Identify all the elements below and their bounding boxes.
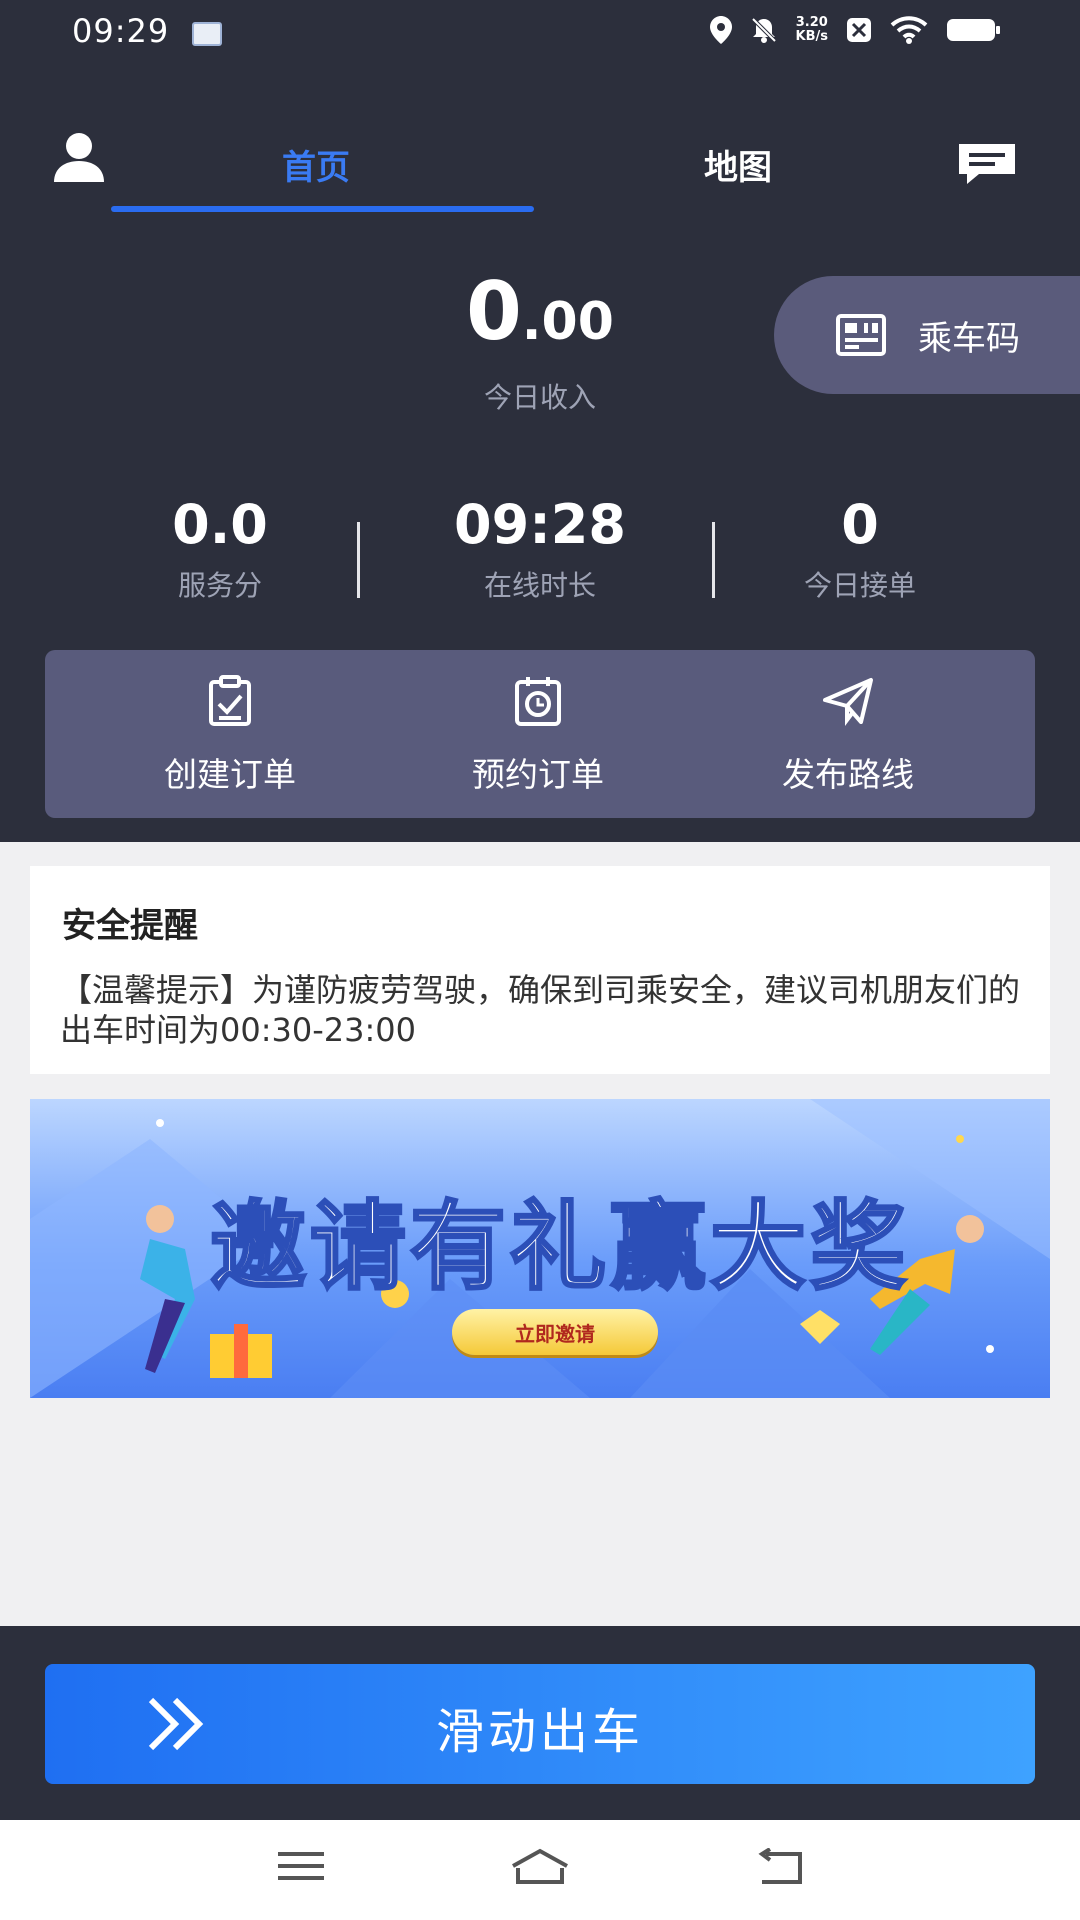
safety-reminder-card: 安全提醒 【温馨提示】为谨防疲劳驾驶，确保到司乘安全，建议司机朋友们的出车时间为…: [30, 866, 1050, 1074]
banner-title: 邀请有礼赢大奖: [209, 1190, 910, 1305]
location-icon: [709, 16, 732, 44]
top-nav: 首页 地图: [0, 70, 1080, 212]
stats-row: 0.0 服务分 09:28 在线时长 0 今日接单: [0, 490, 1080, 620]
ride-code-button[interactable]: 乘车码: [774, 276, 1080, 394]
status-bar: 09:29 3.20 KB/s: [0, 0, 1080, 70]
net-speed: 3.20 KB/s: [795, 15, 828, 44]
earnings-panel: 0.00 今日收入 乘车码 0.0 服务分 09:28 在线时长 0 今日接单 …: [0, 212, 1080, 842]
stat-online-time: 09:28 在线时长: [454, 493, 626, 602]
tab-home[interactable]: 首页: [282, 140, 350, 189]
divider: [357, 522, 360, 598]
ride-code-label: 乘车码: [918, 318, 1020, 359]
reserved-order-button[interactable]: 预约订单: [428, 674, 648, 796]
clipboard-check-icon: [209, 675, 251, 726]
slide-label: 滑动出车: [435, 1704, 644, 1760]
home-icon[interactable]: [510, 1848, 570, 1892]
stat-today-orders: 0 今日接单: [803, 493, 916, 602]
publish-route-button[interactable]: 发布路线: [738, 674, 958, 796]
safety-title: 安全提醒: [62, 906, 198, 946]
safety-body: 【温馨提示】为谨防疲劳驾驶，确保到司乘安全，建议司机朋友们的出车时间为00:30…: [60, 971, 1021, 1049]
app-thumbnail-icon: [192, 22, 222, 46]
create-order-button[interactable]: 创建订单: [120, 674, 340, 796]
stat-service-score: 0.0 服务分: [172, 493, 268, 602]
status-time: 09:29: [72, 12, 170, 50]
slide-area: 滑动出车: [0, 1626, 1080, 1820]
wifi-icon: [890, 16, 928, 44]
calendar-clock-icon: [515, 677, 561, 726]
mute-bell-icon: [751, 17, 776, 43]
tab-map[interactable]: 地图: [704, 140, 772, 189]
qr-code-icon: [836, 314, 886, 356]
invite-now-button[interactable]: 立即邀请: [452, 1309, 658, 1355]
quick-actions: 创建订单 预约订单 发布路线: [45, 650, 1035, 818]
paper-plane-icon: [823, 678, 873, 726]
invite-banner[interactable]: 邀请有礼赢大奖 立即邀请: [30, 1099, 1050, 1398]
message-icon[interactable]: [957, 142, 1017, 186]
slide-to-go-button[interactable]: 滑动出车: [45, 1664, 1035, 1784]
divider: [712, 522, 715, 598]
x-app-icon: [847, 18, 871, 42]
battery-icon: [947, 19, 1000, 41]
user-icon[interactable]: [52, 132, 106, 182]
back-icon[interactable]: [756, 1847, 804, 1890]
system-nav-bar: [0, 1820, 1080, 1920]
menu-icon[interactable]: [278, 1848, 324, 1888]
